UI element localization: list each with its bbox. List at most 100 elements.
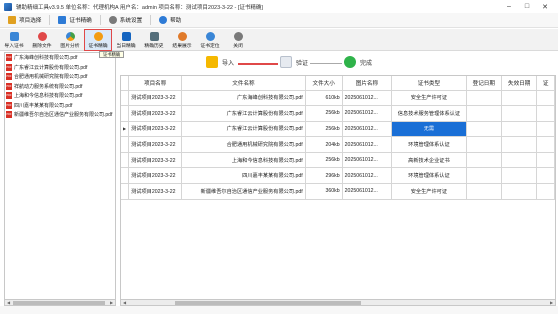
cell-file-name[interactable]: 广东睿江云计算股份有限公司.pdf: [181, 121, 306, 138]
cert-precise-button[interactable]: 证书精确: [84, 29, 112, 51]
column-header[interactable]: 登记日期: [466, 76, 502, 91]
table-row[interactable]: 测试项目2023-3-22 广东海峰创科技有限公司.pdf 610kb 2025…: [121, 90, 555, 107]
cell-image-name[interactable]: 2025061012...: [342, 121, 393, 138]
scroll-left-arrow[interactable]: ◀: [5, 300, 12, 305]
cell-image-name[interactable]: 2025061012...: [342, 183, 393, 200]
cell-project[interactable]: 测试项目2023-3-22: [128, 152, 183, 169]
scrollbar-thumb[interactable]: [13, 301, 105, 305]
column-header[interactable]: 失效日期: [501, 76, 538, 91]
cell-image-name[interactable]: 2025061012...: [342, 105, 393, 122]
cell-image-name[interactable]: 2025061012...: [342, 152, 393, 169]
cell-extra[interactable]: [536, 105, 555, 122]
image-analysis-button[interactable]: 图片分析: [56, 29, 84, 51]
list-item[interactable]: PDF 广东睿江云计算股份有限公司.pdf: [5, 63, 115, 73]
list-item[interactable]: PDF 合肥通用机械研究院有限公司.pdf: [5, 72, 115, 82]
table-row-selected[interactable]: ▶ 测试项目2023-3-22 广东睿江云计算股份有限公司.pdf 256kb …: [121, 121, 555, 138]
cell-extra[interactable]: [536, 183, 555, 200]
column-header[interactable]: 项目名称: [128, 76, 183, 91]
table-row[interactable]: 测试项目2023-3-22 合肥通用机械研究院有限公司.pdf 204kb 20…: [121, 136, 555, 153]
menu-item-project-select[interactable]: 项目选择: [4, 14, 45, 27]
cell-cert-type[interactable]: 安全生产许可证: [391, 90, 467, 107]
list-item[interactable]: PDF 新疆维吾尔自治区通信产业服务有限公司.pdf: [5, 110, 115, 120]
menu-item-help[interactable]: 帮助: [155, 14, 185, 27]
cell-project[interactable]: 测试项目2023-3-22: [128, 167, 183, 185]
result-display-button[interactable]: 结果展示: [168, 29, 196, 51]
list-item[interactable]: PDF 四川嘉丰某某有限公司.pdf: [5, 101, 115, 111]
cell-extra[interactable]: [536, 136, 555, 153]
cell-cert-type[interactable]: 环境管理体系认证: [391, 136, 467, 153]
cell-extra[interactable]: [536, 121, 555, 138]
cell-file-size[interactable]: 204kb: [305, 136, 343, 153]
cell-file-name[interactable]: 新疆维吾尔自治区通信产业服务有限公司.pdf: [181, 183, 306, 200]
cell-project[interactable]: 测试项目2023-3-22: [128, 105, 183, 122]
cell-image-name[interactable]: 2025061012...: [342, 167, 393, 185]
cell-expire-date[interactable]: [501, 90, 538, 107]
import-cert-button[interactable]: 导入证书: [0, 29, 28, 51]
minimize-button[interactable]: –: [500, 0, 518, 13]
cell-register-date[interactable]: [466, 136, 502, 153]
close-button[interactable]: ✕: [536, 0, 554, 13]
maximize-button[interactable]: □: [518, 0, 536, 13]
scroll-right-arrow[interactable]: ▶: [108, 300, 115, 305]
scroll-left-arrow[interactable]: ◀: [121, 300, 128, 305]
scrollbar-thumb[interactable]: [175, 301, 361, 305]
cell-cert-type[interactable]: 高新技术企业证书: [391, 152, 467, 169]
cell-extra[interactable]: [536, 167, 555, 185]
table-row[interactable]: 测试项目2023-3-22 新疆维吾尔自治区通信产业服务有限公司.pdf 360…: [121, 183, 555, 200]
cell-expire-date[interactable]: [501, 121, 538, 138]
cert-locate-button[interactable]: 证书定位: [196, 29, 224, 51]
column-header[interactable]: 文件名称: [181, 76, 306, 91]
column-header[interactable]: 图片名称: [342, 76, 393, 91]
cell-expire-date[interactable]: [501, 152, 538, 169]
cell-register-date[interactable]: [466, 183, 502, 200]
cell-file-name[interactable]: 广东睿江云计算股份有限公司.pdf: [181, 105, 306, 122]
grid-scrollbar[interactable]: ◀ ▶: [120, 299, 556, 306]
cell-file-size[interactable]: 296kb: [305, 167, 343, 185]
cell-file-size[interactable]: 610kb: [305, 90, 343, 107]
cell-file-name[interactable]: 广东海峰创科技有限公司.pdf: [181, 90, 306, 107]
cell-file-name[interactable]: 四川嘉丰某某有限公司.pdf: [181, 167, 306, 185]
cell-register-date[interactable]: [466, 105, 502, 122]
cell-cert-type[interactable]: 环境管理体系认证: [391, 167, 467, 185]
cell-expire-date[interactable]: [501, 105, 538, 122]
cell-image-name[interactable]: 2025061012...: [342, 136, 393, 153]
cell-extra[interactable]: [536, 90, 555, 107]
cell-file-size[interactable]: 360kb: [305, 183, 343, 200]
cell-register-date[interactable]: [466, 90, 502, 107]
list-item[interactable]: PDF 祥航动力服务系统有限公司.pdf: [5, 82, 115, 92]
cell-project[interactable]: 测试项目2023-3-22: [128, 121, 183, 138]
cell-expire-date[interactable]: [501, 183, 538, 200]
cell-cert-type[interactable]: 安全生产许可证: [391, 183, 467, 200]
cell-expire-date[interactable]: [501, 136, 538, 153]
cell-image-name[interactable]: 2025061012...: [342, 90, 393, 107]
precise-history-button[interactable]: 精确历史: [140, 29, 168, 51]
cell-cert-type-selected[interactable]: 无需: [391, 121, 467, 138]
cell-expire-date[interactable]: [501, 167, 538, 185]
cell-project[interactable]: 测试项目2023-3-22: [128, 136, 183, 153]
column-header[interactable]: 证书类型: [391, 76, 467, 91]
cell-file-size[interactable]: 256kb: [305, 121, 343, 138]
menu-item-cert-precise[interactable]: 证书精确: [54, 14, 95, 27]
scroll-right-arrow[interactable]: ▶: [548, 300, 555, 305]
cell-project[interactable]: 测试项目2023-3-22: [128, 183, 183, 200]
list-item[interactable]: PDF 上海和今信息科技有限公司.pdf: [5, 91, 115, 101]
cell-file-size[interactable]: 256kb: [305, 105, 343, 122]
column-header[interactable]: 文件大小: [305, 76, 343, 91]
table-row[interactable]: 测试项目2023-3-22 四川嘉丰某某有限公司.pdf 296kb 20250…: [121, 167, 555, 185]
cell-cert-type[interactable]: 信息技术服务管理体系认证: [391, 105, 467, 122]
cell-file-size[interactable]: 256kb: [305, 152, 343, 169]
cell-extra[interactable]: [536, 152, 555, 169]
table-row[interactable]: 测试项目2023-3-22 上海和今信息科技有限公司.pdf 256kb 202…: [121, 152, 555, 169]
table-row[interactable]: 测试项目2023-3-22 广东睿江云计算股份有限公司.pdf 256kb 20…: [121, 105, 555, 122]
cell-file-name[interactable]: 合肥通用机械研究院有限公司.pdf: [181, 136, 306, 153]
daily-precise-button[interactable]: 当日精确: [112, 29, 140, 51]
cell-register-date[interactable]: [466, 152, 502, 169]
menu-item-settings[interactable]: 系统设置: [105, 14, 146, 27]
cell-project[interactable]: 测试项目2023-3-22: [128, 90, 183, 107]
cell-register-date[interactable]: [466, 121, 502, 138]
column-header[interactable]: 证: [536, 76, 555, 91]
close-tab-button[interactable]: 关闭: [224, 29, 252, 51]
cell-register-date[interactable]: [466, 167, 502, 185]
delete-file-button[interactable]: 删除文件: [28, 29, 56, 51]
cell-file-name[interactable]: 上海和今信息科技有限公司.pdf: [181, 152, 306, 169]
